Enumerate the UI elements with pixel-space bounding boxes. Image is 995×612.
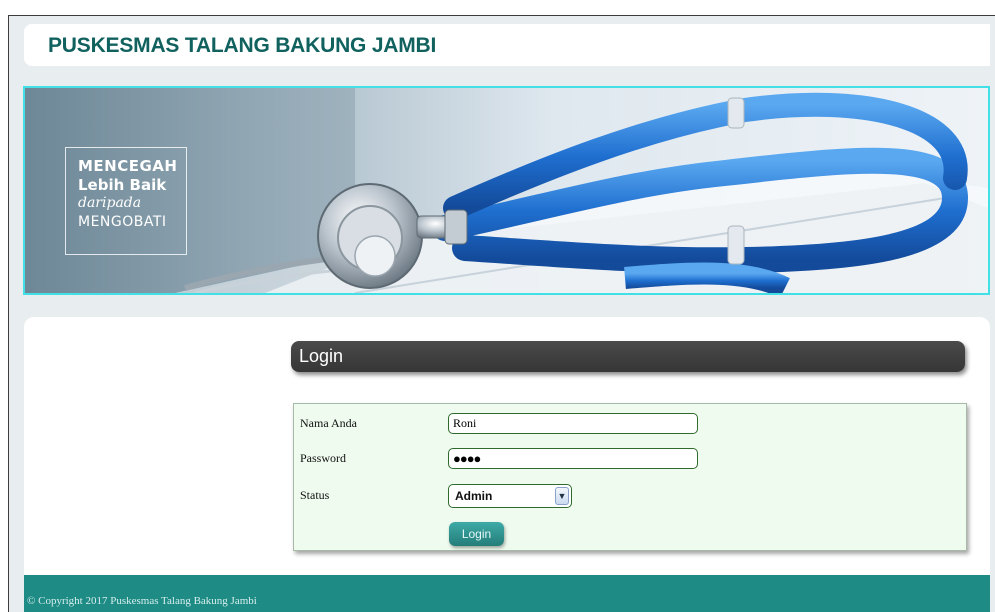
header: PUSKESMAS TALANG BAKUNG JAMBI: [24, 24, 990, 66]
slogan-line-3: daripada: [78, 195, 142, 211]
status-label: Status: [300, 488, 330, 502]
name-label: Nama Anda: [300, 416, 357, 430]
password-input[interactable]: ●●●●: [448, 448, 698, 469]
login-heading: Login: [291, 341, 965, 372]
copyright-text: © Copyright 2017 Puskesmas Talang Bakung…: [27, 595, 257, 607]
site-title: PUSKESMAS TALANG BAKUNG JAMBI: [48, 34, 437, 57]
status-select[interactable]: Admin ▼: [448, 484, 572, 508]
hero-banner: MENCEGAH Lebih Baik daripada MENGOBATI: [23, 86, 990, 295]
login-button[interactable]: Login: [449, 522, 504, 546]
chevron-down-icon[interactable]: ▼: [555, 487, 569, 505]
password-label: Password: [300, 451, 347, 465]
main-content: Login Nama Anda Roni Password ●●●● Statu…: [24, 317, 990, 575]
slogan-box: MENCEGAH Lebih Baik daripada MENGOBATI: [65, 147, 187, 255]
footer: © Copyright 2017 Puskesmas Talang Bakung…: [24, 575, 990, 612]
status-value: Admin: [455, 489, 493, 503]
name-input[interactable]: Roni: [448, 413, 698, 434]
slogan-line-4: MENGOBATI: [78, 214, 167, 230]
login-form: Nama Anda Roni Password ●●●● Status Admi…: [293, 403, 967, 551]
slogan-line-1: MENCEGAH: [78, 157, 178, 175]
slogan-line-2: Lebih Baik: [78, 176, 167, 194]
